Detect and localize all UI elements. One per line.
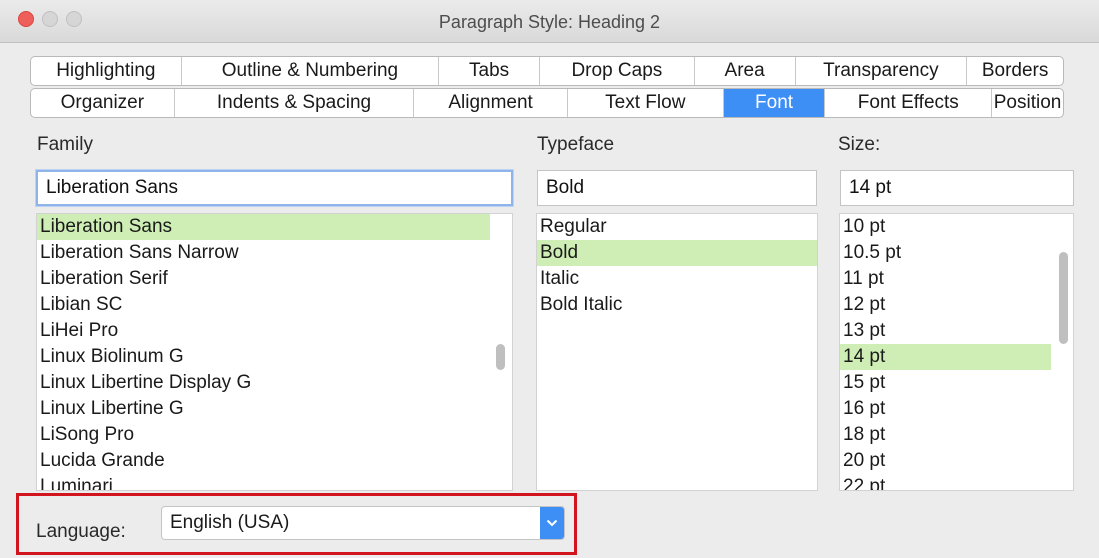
list-item[interactable]: 13 pt — [840, 318, 1073, 344]
tab-indents-spacing[interactable]: Indents & Spacing — [175, 89, 415, 117]
list-item[interactable]: LiHei Pro — [37, 318, 512, 344]
list-item[interactable]: 22 pt — [840, 474, 1073, 490]
tab-text-flow[interactable]: Text Flow — [568, 89, 724, 117]
list-item[interactable]: Linux Biolinum G — [37, 344, 512, 370]
list-item[interactable]: 15 pt — [840, 370, 1073, 396]
list-item[interactable]: Regular — [537, 214, 817, 240]
list-item[interactable]: Luminari — [37, 474, 512, 490]
list-item[interactable]: 10.5 pt — [840, 240, 1073, 266]
family-label: Family — [37, 134, 93, 155]
tab-position[interactable]: Position — [992, 89, 1063, 117]
list-item[interactable]: Bold Italic — [537, 292, 817, 318]
family-input[interactable]: Liberation Sans — [36, 170, 513, 206]
title-bar: Paragraph Style: Heading 2 — [0, 0, 1099, 43]
tab-area[interactable]: Area — [695, 57, 796, 85]
list-item[interactable]: 10 pt — [840, 214, 1073, 240]
chevron-down-icon — [546, 519, 558, 527]
family-input-value: Liberation Sans — [46, 177, 179, 198]
language-label: Language: — [36, 521, 126, 542]
list-item[interactable]: Lucida Grande — [37, 448, 512, 474]
tab-drop-caps[interactable]: Drop Caps — [540, 57, 695, 85]
typeface-list[interactable]: Regular Bold Italic Bold Italic — [536, 213, 818, 491]
tab-outline-numbering[interactable]: Outline & Numbering — [182, 57, 440, 85]
tab-font[interactable]: Font — [723, 89, 826, 117]
tab-organizer[interactable]: Organizer — [31, 89, 175, 117]
list-item[interactable]: 18 pt — [840, 422, 1073, 448]
family-list[interactable]: Liberation Sans Liberation Sans Narrow L… — [36, 213, 513, 491]
list-item[interactable]: 16 pt — [840, 396, 1073, 422]
list-item[interactable]: 14 pt — [840, 344, 1051, 370]
list-item[interactable]: Italic — [537, 266, 817, 292]
list-item[interactable]: Linux Libertine Display G — [37, 370, 512, 396]
list-item[interactable]: Linux Libertine G — [37, 396, 512, 422]
tab-highlighting[interactable]: Highlighting — [31, 57, 182, 85]
tab-alignment[interactable]: Alignment — [414, 89, 568, 117]
list-item[interactable]: Liberation Serif — [37, 266, 512, 292]
size-scrollbar-thumb[interactable] — [1059, 252, 1068, 344]
list-item[interactable]: 20 pt — [840, 448, 1073, 474]
tab-font-effects[interactable]: Font Effects — [825, 89, 993, 117]
list-item[interactable]: 11 pt — [840, 266, 1073, 292]
list-item[interactable]: Libian SC — [37, 292, 512, 318]
tab-row-1: Highlighting Outline & Numbering Tabs Dr… — [30, 56, 1064, 86]
family-scrollbar-thumb[interactable] — [496, 344, 505, 370]
tab-borders[interactable]: Borders — [967, 57, 1063, 85]
list-item[interactable]: Liberation Sans Narrow — [37, 240, 512, 266]
size-input-value: 14 pt — [849, 177, 892, 198]
list-item[interactable]: LiSong Pro — [37, 422, 512, 448]
tab-transparency[interactable]: Transparency — [796, 57, 968, 85]
size-label: Size: — [838, 134, 881, 155]
typeface-input[interactable]: Bold — [537, 170, 817, 206]
language-dropdown-button[interactable] — [540, 507, 564, 539]
list-item[interactable]: Bold — [537, 240, 817, 266]
language-select[interactable]: English (USA) — [161, 506, 565, 540]
size-input[interactable]: 14 pt — [840, 170, 1074, 206]
language-select-value: English (USA) — [170, 512, 290, 533]
list-item[interactable]: Liberation Sans — [37, 214, 490, 240]
typeface-label: Typeface — [537, 134, 615, 155]
list-item[interactable]: 12 pt — [840, 292, 1073, 318]
tab-tabs[interactable]: Tabs — [439, 57, 541, 85]
tab-row-2: Organizer Indents & Spacing Alignment Te… — [30, 88, 1064, 118]
typeface-input-value: Bold — [546, 177, 585, 198]
size-list[interactable]: 10 pt 10.5 pt 11 pt 12 pt 13 pt 14 pt 15… — [839, 213, 1074, 491]
window-title: Paragraph Style: Heading 2 — [438, 12, 661, 32]
